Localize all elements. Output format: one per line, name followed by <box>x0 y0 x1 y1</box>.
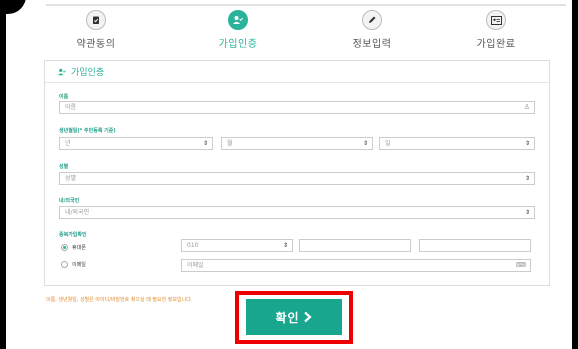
chevron-right-icon <box>303 311 312 323</box>
confirm-button[interactable]: 확인 <box>246 299 342 335</box>
email-placeholder: 이메일 <box>187 262 204 269</box>
radio-selected-icon[interactable] <box>61 244 68 251</box>
nationality-select[interactable]: 내/외국인 ⇕ <box>59 206 535 219</box>
email-option-label: 이메일 <box>72 262 86 268</box>
step-terms: 약관동의 <box>36 10 156 50</box>
card-title: 가입인증 <box>71 68 105 78</box>
step-label: 정보입력 <box>352 39 392 50</box>
highlight-box: 확인 <box>235 291 353 344</box>
nationality-label: 내/외국인 <box>59 198 80 204</box>
nationality-value: 내/외국인 <box>65 209 90 216</box>
birth-label: 생년월일(* 주민등록 기준) <box>59 128 116 134</box>
phone-last-input[interactable] <box>419 239 531 252</box>
gender-label: 성별 <box>59 164 69 170</box>
select-arrow-icon: ⇕ <box>202 140 208 147</box>
email-input[interactable]: 이메일 ⌨ <box>181 259 531 272</box>
name-label: 이름 <box>59 94 69 100</box>
signup-steps: 약관동의 가입인증 정보입력 가입완료 <box>36 10 556 50</box>
verification-card: 가입인증 이름 이름 ♙ 생년월일(* 주민등록 기준) 년 ⇕ 월 ⇕ 일 ⇕… <box>44 60 550 286</box>
select-arrow-icon: ⇕ <box>362 140 368 147</box>
step-info: 정보입력 <box>312 10 432 50</box>
gender-select[interactable]: 성별 ⇕ <box>59 172 535 185</box>
birth-year-value: 년 <box>65 140 71 147</box>
birth-month-value: 월 <box>227 140 233 147</box>
step-label: 가입인증 <box>218 39 258 50</box>
person-icon: ♙ <box>523 103 530 111</box>
phone-radio-option[interactable]: 휴대폰 <box>61 244 86 251</box>
birth-day-value: 일 <box>385 140 391 147</box>
info-note: 이름, 생년월일, 성별은 아이디/비밀번호 찾으실 때 필요한 정보입니다. <box>46 297 193 303</box>
select-arrow-icon: ⇕ <box>524 175 530 182</box>
id-card-icon <box>486 10 506 30</box>
signup-page: 약관동의 가입인증 정보입력 가입완료 가입인증 이름 이름 ♙ 생년월일(* … <box>6 0 572 349</box>
select-arrow-icon: ⇕ <box>524 140 530 147</box>
name-placeholder: 이름 <box>65 104 77 111</box>
birth-month-select[interactable]: 월 ⇕ <box>221 137 373 150</box>
confirm-label: 확인 <box>275 310 300 325</box>
phone-middle-input[interactable] <box>299 239 411 252</box>
email-radio-option[interactable]: 이메일 <box>61 261 86 268</box>
phone-prefix-value: 010 <box>187 242 199 249</box>
step-label: 약관동의 <box>76 39 116 50</box>
step-complete: 가입완료 <box>436 10 556 50</box>
phone-option-label: 휴대폰 <box>72 245 86 251</box>
dup-check-label: 중복가입확인 <box>59 232 87 238</box>
corner-decoration <box>6 0 26 14</box>
clipboard-check-icon <box>86 10 106 30</box>
name-field[interactable]: 이름 ♙ <box>59 101 535 114</box>
user-check-icon <box>228 10 248 30</box>
birth-year-select[interactable]: 년 ⇕ <box>59 137 213 150</box>
radio-unselected-icon[interactable] <box>61 261 68 268</box>
birth-day-select[interactable]: 일 ⇕ <box>379 137 535 150</box>
phone-prefix-select[interactable]: 010 ⇕ <box>181 239 293 252</box>
keyboard-icon: ⌨ <box>515 261 526 269</box>
step-label: 가입완료 <box>476 39 516 50</box>
user-check-icon <box>58 68 67 75</box>
card-header: 가입인증 <box>45 61 549 83</box>
step-verify: 가입인증 <box>178 10 298 50</box>
gender-value: 성별 <box>65 175 77 182</box>
top-divider <box>46 4 566 6</box>
select-arrow-icon: ⇕ <box>282 242 288 249</box>
select-arrow-icon: ⇕ <box>524 209 530 216</box>
pencil-icon <box>362 10 382 30</box>
